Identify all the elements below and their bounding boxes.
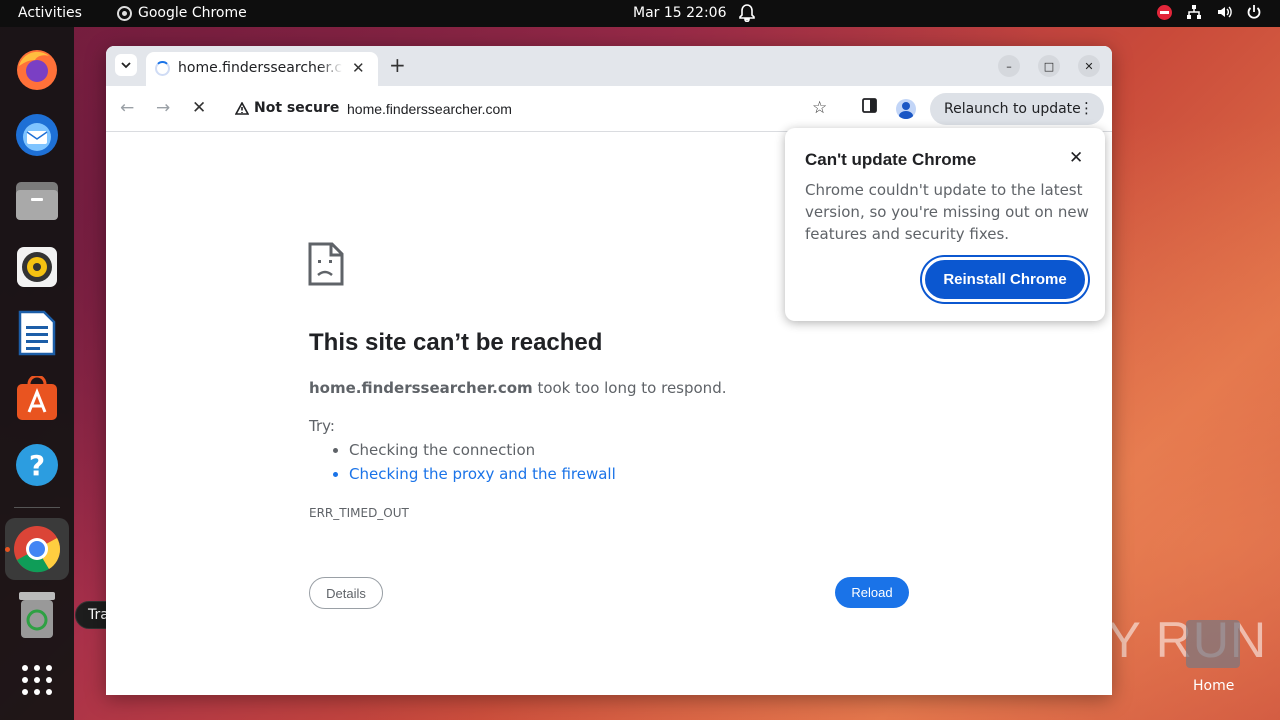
clock[interactable]: Mar 15 22:06: [633, 5, 726, 21]
profile-avatar[interactable]: [896, 99, 916, 119]
error-message-text: took too long to respond.: [532, 379, 727, 397]
broken-page-icon: [308, 242, 344, 290]
maximize-button[interactable]: □: [1038, 55, 1060, 77]
volume-icon: [1218, 6, 1232, 18]
error-code: ERR_TIMED_OUT: [309, 506, 409, 520]
error-title: This site can’t be reached: [309, 329, 603, 356]
home-folder-icon[interactable]: [1186, 620, 1240, 668]
new-tab-button[interactable]: +: [389, 54, 406, 76]
update-error-popup: Can't update Chrome ✕ Chrome couldn't up…: [785, 128, 1105, 321]
error-message: home.finderssearcher.com took too long t…: [309, 379, 726, 397]
details-button[interactable]: Details: [309, 577, 383, 609]
popup-title: Can't update Chrome: [805, 150, 977, 169]
close-icon[interactable]: ✕: [1069, 148, 1083, 168]
home-folder-label[interactable]: Home: [1193, 678, 1234, 694]
relaunch-to-update-button[interactable]: Relaunch to update ⋮: [930, 93, 1104, 125]
chrome-app-icon: [117, 5, 132, 21]
back-button[interactable]: ←: [120, 98, 134, 118]
loading-spinner-icon: [155, 61, 170, 76]
suggestion-item: Checking the connection: [349, 441, 616, 460]
do-not-disturb-icon: [1157, 4, 1172, 20]
app-center-icon[interactable]: [11, 373, 63, 425]
chevron-down-icon: [121, 61, 131, 68]
dock-separator: [14, 507, 60, 508]
reload-button[interactable]: Reload: [835, 577, 909, 608]
address-bar[interactable]: Not secure home.finderssearcher.com: [226, 91, 846, 127]
forward-button[interactable]: →: [156, 98, 170, 118]
security-chip[interactable]: Not secure: [235, 100, 339, 116]
warning-icon: [235, 101, 249, 115]
top-bar: Activities Google Chrome Mar 15 22:06: [0, 0, 1280, 27]
suggestion-list: Checking the connection Checking the pro…: [349, 441, 616, 489]
thunderbird-icon[interactable]: [11, 109, 63, 161]
reinstall-chrome-button[interactable]: Reinstall Chrome: [922, 257, 1088, 302]
network-icon: [1187, 5, 1201, 19]
side-panel-icon[interactable]: [862, 98, 877, 118]
notification-bell-icon[interactable]: [739, 4, 755, 26]
url-text[interactable]: home.finderssearcher.com: [347, 101, 512, 117]
browser-toolbar: ← → ✕ Not secure home.finderssearcher.co…: [106, 86, 1112, 132]
dock: ?: [0, 27, 74, 720]
activities-button[interactable]: Activities: [18, 5, 82, 21]
system-tray[interactable]: [1157, 4, 1262, 20]
help-icon[interactable]: ?: [11, 439, 63, 491]
tab-strip: home.finderssearcher.com ✕ + – □ ✕: [106, 46, 1112, 86]
tab-search-button[interactable]: [115, 54, 137, 76]
power-icon: [1247, 5, 1261, 19]
google-chrome-icon[interactable]: [5, 518, 69, 580]
svg-text:?: ?: [29, 449, 45, 482]
bookmark-star-icon[interactable]: ☆: [812, 98, 827, 118]
more-menu-icon[interactable]: ⋮: [1079, 99, 1094, 117]
error-host: home.finderssearcher.com: [309, 379, 533, 397]
tab-close-icon[interactable]: ✕: [352, 59, 365, 77]
proxy-firewall-link[interactable]: Checking the proxy and the firewall: [349, 465, 616, 484]
running-indicator: [5, 547, 10, 552]
try-label: Try:: [309, 417, 335, 435]
relaunch-label: Relaunch to update: [944, 101, 1081, 117]
rhythmbox-icon[interactable]: [11, 241, 63, 293]
libreoffice-writer-icon[interactable]: [11, 307, 63, 359]
popup-body: Chrome couldn't update to the latest ver…: [805, 181, 1089, 243]
files-icon[interactable]: [11, 175, 63, 227]
app-menu[interactable]: Google Chrome: [117, 5, 247, 21]
tab-active[interactable]: home.finderssearcher.com ✕: [146, 52, 378, 86]
show-apps-icon[interactable]: [11, 654, 63, 706]
tab-title: home.finderssearcher.com: [178, 60, 343, 76]
minimize-button[interactable]: –: [998, 55, 1020, 77]
not-secure-label: Not secure: [254, 100, 340, 116]
close-window-button[interactable]: ✕: [1078, 55, 1100, 77]
stop-loading-button[interactable]: ✕: [192, 98, 206, 118]
firefox-icon[interactable]: [11, 43, 63, 95]
trash-icon[interactable]: [11, 589, 63, 641]
app-name: Google Chrome: [138, 5, 247, 21]
